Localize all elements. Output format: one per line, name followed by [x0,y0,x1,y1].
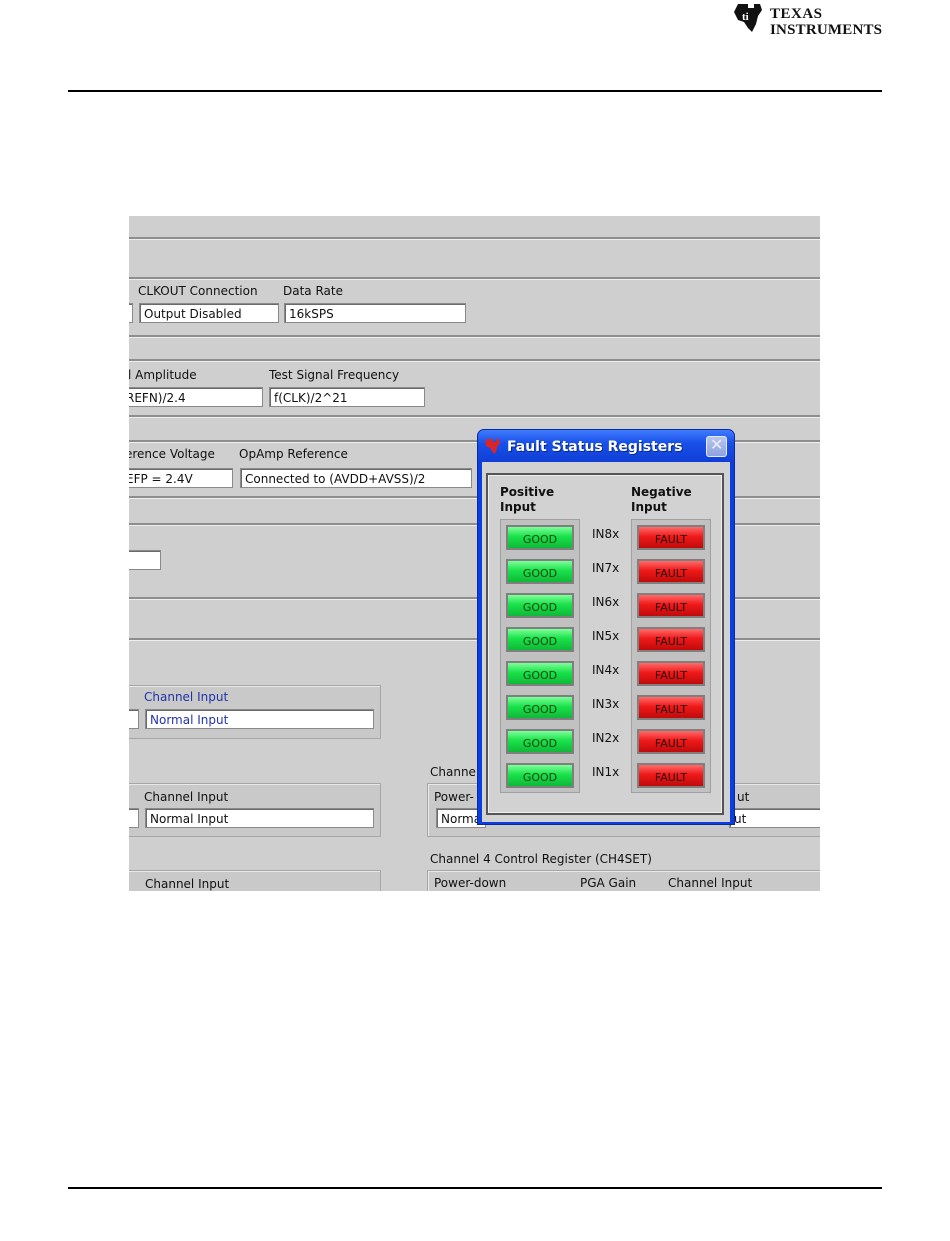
amplitude-field[interactable]: REFN)/2.4 [129,387,263,407]
positive-status-led: GOOD [506,559,574,584]
data-rate-label: Data Rate [283,284,343,298]
partial-field[interactable] [129,303,133,323]
positive-status-led: GOOD [506,525,574,550]
channel-label-partial: Channel [430,765,480,779]
amplitude-label: l Amplitude [129,368,197,382]
channel-input-field[interactable]: Normal Input [145,808,374,828]
pga-gain-label: PGA Gain [580,876,637,890]
channel-input-label-partial: ut [737,790,750,804]
positive-status-led: GOOD [506,729,574,754]
positive-status-led: GOOD [506,763,574,788]
channel-label: IN2x [592,731,620,745]
texas-instruments-logo: ti Texas Instruments [732,2,882,40]
channel-label: IN1x [592,765,620,779]
svg-text:ti: ti [742,11,749,23]
ch4-register-label: Channel 4 Control Register (CH4SET) [430,852,652,866]
opamp-reference-field[interactable]: Connected to (AVDD+AVSS)/2 [240,468,472,488]
partial-field[interactable] [129,808,139,828]
close-icon: ✕ [710,435,724,454]
opamp-reference-label: OpAmp Reference [239,447,348,461]
negative-status-led: FAULT [637,525,705,550]
divider [129,335,820,338]
divider [129,237,820,240]
dialog-body: Positive Input Negative Input GOOD IN8x FA… [482,462,730,822]
clkout-connection-label: CLKOUT Connection [138,284,258,298]
negative-status-led: FAULT [637,763,705,788]
logo-wordmark: Texas Instruments [770,6,882,38]
channel-input-label: Channel Input [144,790,229,804]
dialog-titlebar[interactable]: Fault Status Registers ✕ [478,430,734,462]
channel-input-field[interactable]: ut [729,808,820,828]
partial-field[interactable] [129,709,139,729]
channel-input-label: Channel Input [668,876,753,890]
channel-input-field[interactable]: Normal Input [145,709,374,729]
negative-status-led: FAULT [637,593,705,618]
channel-label: IN3x [592,697,620,711]
footer-rule [68,1187,882,1189]
positive-status-led: GOOD [506,593,574,618]
channel-label: IN6x [592,595,620,609]
close-button[interactable]: ✕ [706,435,727,457]
divider [129,415,820,418]
dialog-title: Fault Status Registers [507,439,683,455]
divider [129,359,820,362]
test-signal-frequency-field[interactable]: f(CLK)/2^21 [269,387,425,407]
partial-field[interactable] [129,550,161,570]
channel-label: IN8x [592,527,620,541]
power-down-label-partial: Power- [434,790,474,804]
positive-status-led: GOOD [506,661,574,686]
negative-input-header: Negative Input [631,485,692,514]
positive-input-header: Positive Input [500,485,555,514]
positive-status-led: GOOD [506,695,574,720]
negative-status-led: FAULT [637,559,705,584]
ti-state-icon: ti [734,4,762,32]
negative-status-led: FAULT [637,661,705,686]
data-rate-field[interactable]: 16kSPS [284,303,466,323]
fault-status-frame: Positive Input Negative Input GOOD IN8x FA… [486,473,724,815]
negative-status-led: FAULT [637,729,705,754]
channel-label: IN7x [592,561,620,575]
ti-app-icon [485,439,500,454]
logo-line-1: Texas [770,6,823,22]
positive-status-led: GOOD [506,627,574,652]
negative-status-led: FAULT [637,695,705,720]
channel-input-label: Channel Input [145,877,230,891]
channel-label: IN5x [592,629,620,643]
clkout-connection-field[interactable]: Output Disabled [139,303,279,323]
negative-status-led: FAULT [637,627,705,652]
channel-input-label: Channel Input [144,690,229,704]
reference-voltage-label: erence Voltage [129,447,215,461]
logo-line-2: Instruments [770,22,883,38]
power-down-label: Power-down [434,876,507,890]
channel-label: IN4x [592,663,620,677]
header-rule [68,90,882,92]
divider [129,277,820,280]
reference-voltage-field[interactable]: EFP = 2.4V [129,468,233,488]
fault-status-dialog: Fault Status Registers ✕ Positive Input … [477,429,735,825]
test-signal-frequency-label: Test Signal Frequency [269,368,400,382]
